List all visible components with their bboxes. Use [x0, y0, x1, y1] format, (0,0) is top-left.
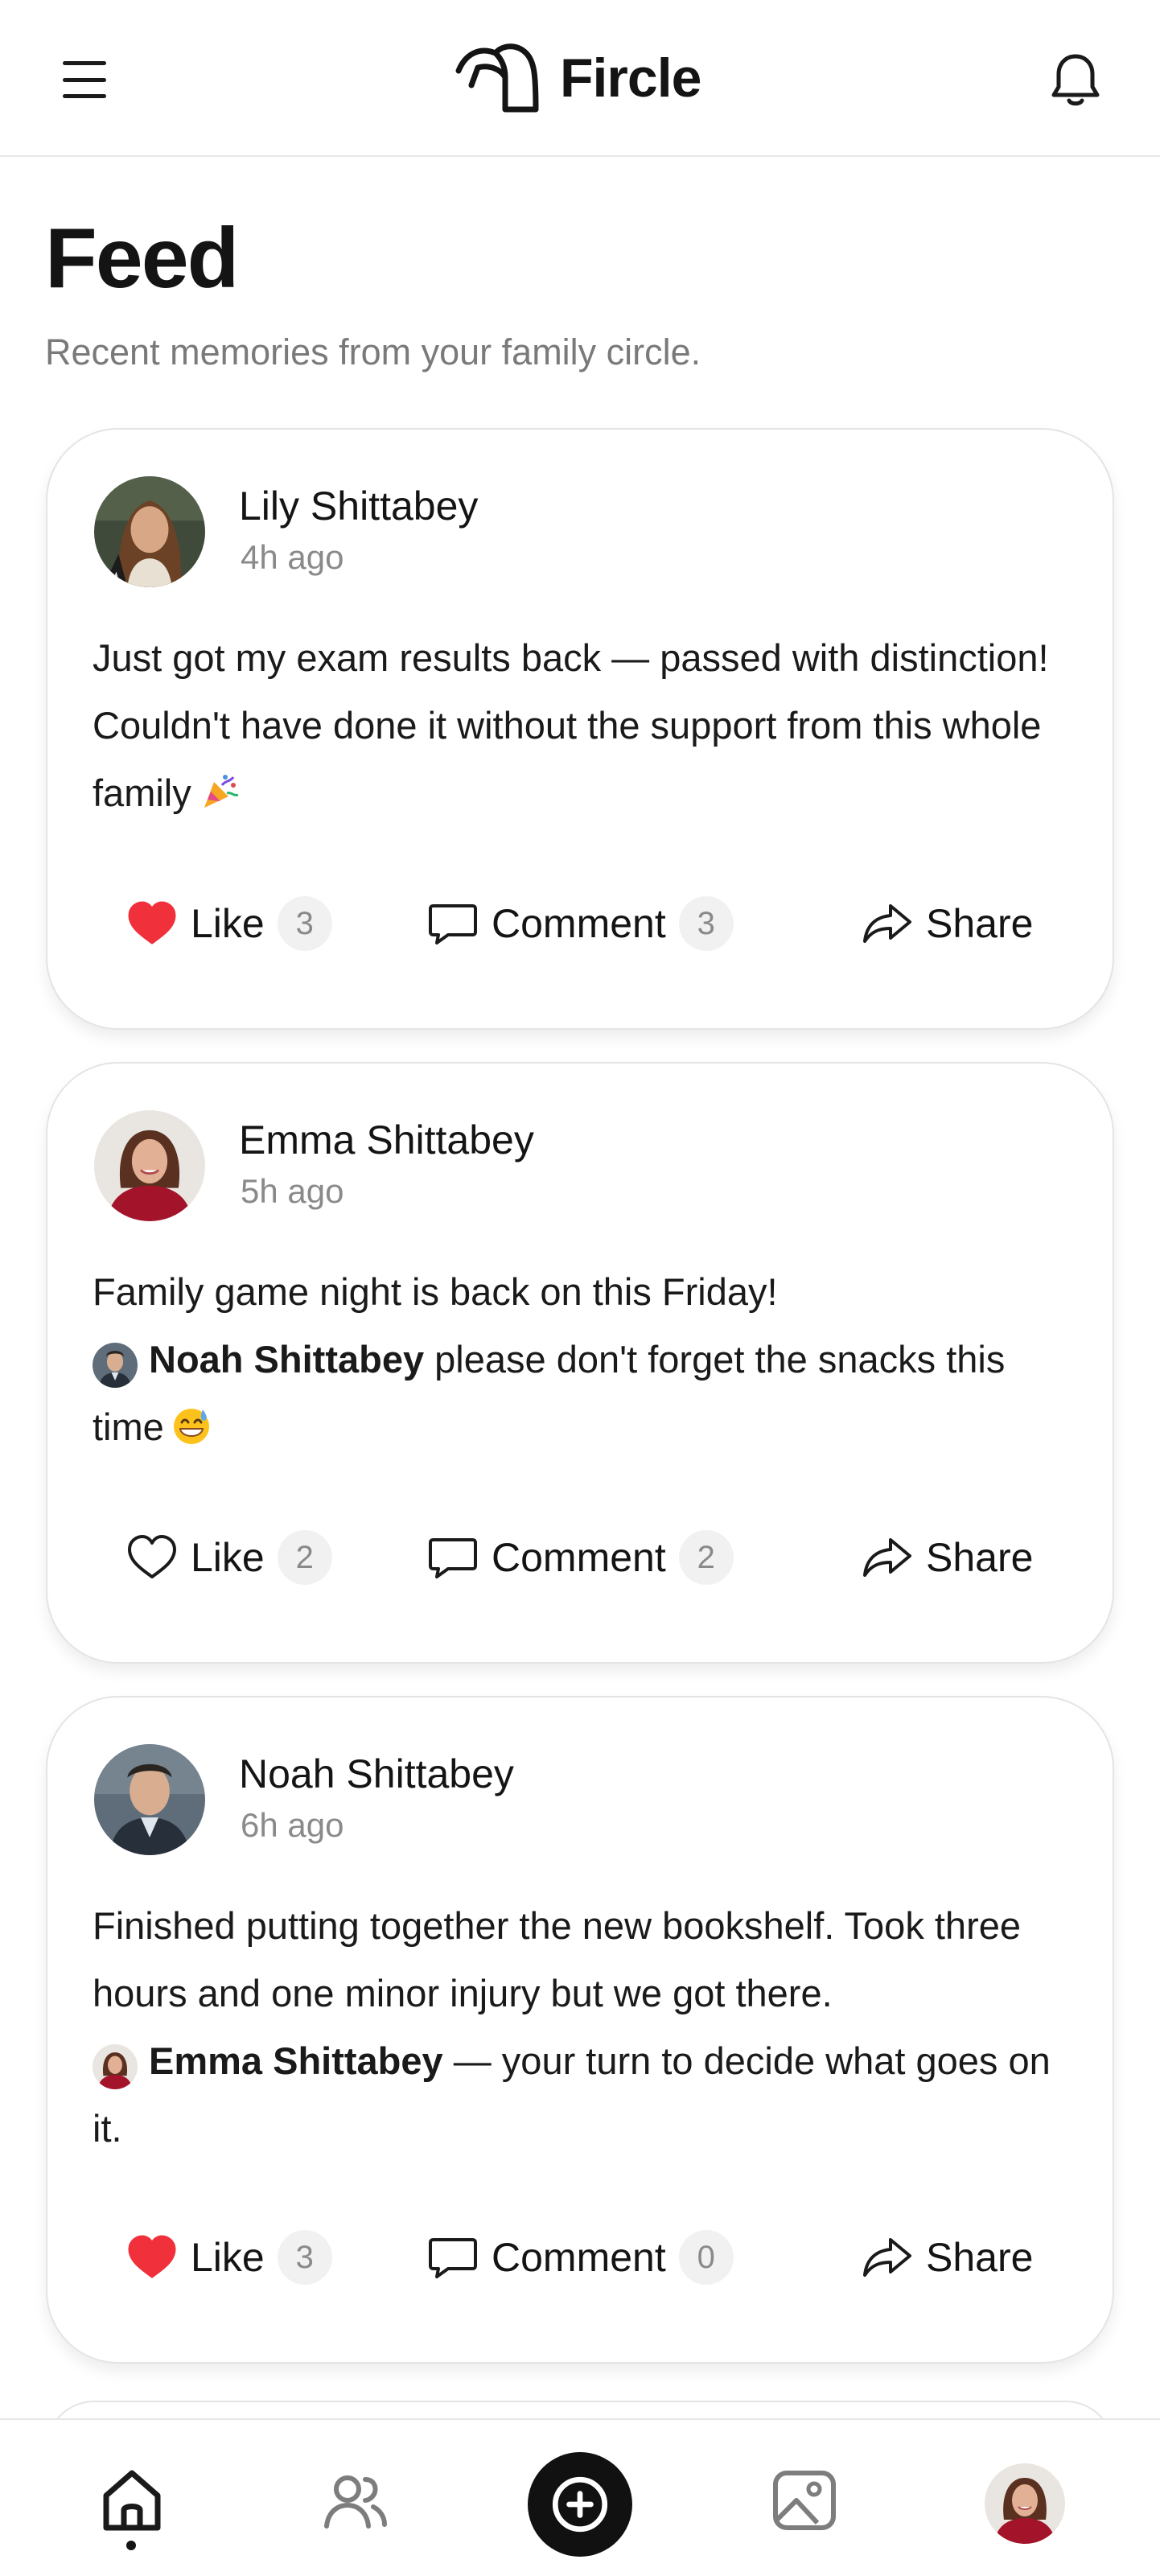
avatar[interactable]: [94, 476, 205, 587]
like-label: Like: [191, 1535, 265, 1580]
nav-profile-avatar[interactable]: [985, 2463, 1065, 2544]
share-arrow-icon: [863, 2238, 911, 2277]
post-author[interactable]: Noah Shittabey: [239, 1751, 514, 1797]
avatar: [985, 2463, 1065, 2544]
speech-bubble-icon: [429, 904, 477, 944]
people-icon: [324, 2475, 387, 2529]
party-popper-icon: [198, 771, 240, 813]
like-button[interactable]: Like 3: [125, 891, 332, 956]
heart-icon: [128, 1535, 176, 1578]
post-time: 5h ago: [241, 1172, 344, 1210]
post-author[interactable]: Lily Shittabey: [239, 483, 478, 529]
like-label: Like: [191, 2235, 265, 2280]
brand[interactable]: Fircle: [454, 42, 701, 114]
like-button[interactable]: Like 3: [125, 2225, 332, 2290]
avatar: [93, 1343, 138, 1388]
nav-home[interactable]: [92, 2460, 172, 2541]
avatar-lily: [94, 476, 205, 587]
hamburger-icon-line: [63, 77, 106, 82]
post-body: Just got my exam results back — passed w…: [93, 624, 1082, 827]
post-body: Finished putting together the new booksh…: [93, 1892, 1082, 2162]
create-post-button[interactable]: [528, 2452, 632, 2557]
like-button[interactable]: Like 2: [125, 1525, 332, 1590]
heart-icon: [128, 901, 176, 944]
post-text: Finished putting together the new booksh…: [93, 1904, 1022, 2014]
avatar-noah: [94, 1744, 205, 1855]
hamburger-icon-line: [63, 61, 106, 65]
top-bar: Fircle: [0, 0, 1160, 157]
post-text: Family game night is back on this Friday…: [93, 1270, 778, 1313]
avatar: [93, 2044, 138, 2089]
mention-link[interactable]: Emma Shittabey: [93, 2027, 443, 2095]
like-count: 2: [277, 1530, 332, 1585]
share-button[interactable]: Share: [860, 2225, 1033, 2290]
comment-count: 2: [678, 1530, 734, 1585]
bottom-navigation: [0, 2418, 1160, 2576]
share-arrow-icon: [863, 904, 911, 943]
page-title: Feed: [45, 211, 239, 306]
comment-label: Comment: [492, 1535, 666, 1580]
grinning-sweat-emoji-icon: [171, 1405, 212, 1446]
heart-icon: [128, 2235, 176, 2278]
avatar-emma: [94, 1110, 205, 1221]
avatar[interactable]: [94, 1110, 205, 1221]
nav-gallery[interactable]: [764, 2460, 845, 2541]
speech-bubble-icon: [429, 1538, 477, 1578]
post-actions: Like 2 Comment 2 Share: [47, 1525, 1113, 1590]
bell-icon[interactable]: [1046, 50, 1105, 109]
share-label: Share: [926, 1535, 1034, 1580]
image-icon: [773, 2471, 836, 2530]
mention-link[interactable]: Noah Shittabey: [93, 1326, 424, 1393]
share-label: Share: [926, 2235, 1034, 2280]
post-author[interactable]: Emma Shittabey: [239, 1117, 534, 1163]
mention-name: Noah Shittabey: [149, 1338, 425, 1381]
share-label: Share: [926, 901, 1034, 946]
post-time: 4h ago: [241, 538, 344, 576]
post-card: Noah Shittabey 6h ago Finished putting t…: [46, 1696, 1114, 2364]
post-card: Lily Shittabey 4h ago Just got my exam r…: [46, 428, 1114, 1030]
active-indicator: [126, 2541, 136, 2550]
like-count: 3: [277, 2230, 332, 2285]
fircle-logo-icon: [455, 43, 539, 113]
comment-count: 0: [678, 2230, 734, 2285]
comment-button[interactable]: Comment 3: [426, 891, 734, 956]
home-icon: [103, 2470, 161, 2531]
comment-label: Comment: [492, 2235, 666, 2280]
post-card: Emma Shittabey 5h ago Family game night …: [46, 1062, 1114, 1664]
speech-bubble-icon: [429, 2238, 477, 2278]
comment-count: 3: [678, 896, 734, 951]
mention-name: Emma Shittabey: [149, 2039, 443, 2082]
page-subtitle: Recent memories from your family circle.: [45, 331, 701, 372]
hamburger-icon-line: [63, 94, 106, 98]
share-button[interactable]: Share: [860, 891, 1033, 956]
comment-label: Comment: [492, 901, 666, 946]
share-button[interactable]: Share: [860, 1525, 1033, 1590]
share-arrow-icon: [863, 1538, 911, 1577]
nav-people[interactable]: [315, 2460, 396, 2541]
menu-button[interactable]: [63, 61, 106, 98]
comment-button[interactable]: Comment 0: [426, 2225, 734, 2290]
plus-circle-icon: [552, 2476, 608, 2533]
post-actions: Like 3 Comment 3 Share: [47, 891, 1113, 956]
post-actions: Like 3 Comment 0 Share: [47, 2225, 1113, 2290]
comment-button[interactable]: Comment 2: [426, 1525, 734, 1590]
post-time: 6h ago: [241, 1806, 344, 1844]
app-name: Fircle: [560, 47, 701, 109]
post-body: Family game night is back on this Friday…: [93, 1258, 1082, 1461]
like-count: 3: [277, 896, 332, 951]
avatar[interactable]: [94, 1744, 205, 1855]
like-label: Like: [191, 901, 265, 946]
